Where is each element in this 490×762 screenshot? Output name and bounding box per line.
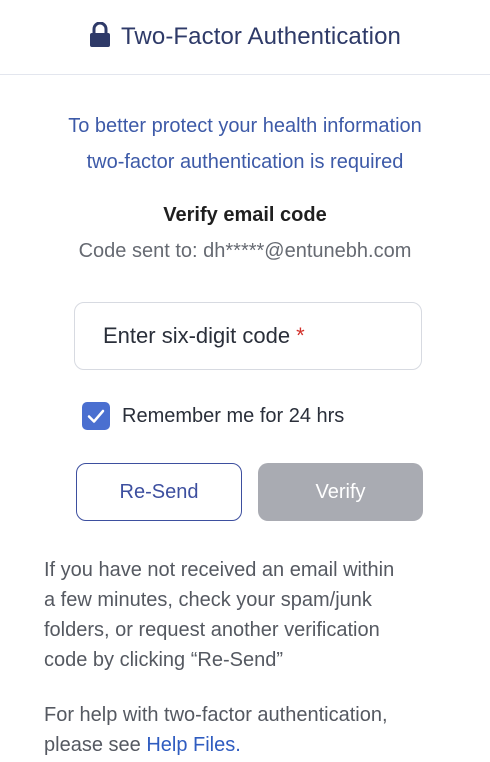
verify-title: Verify email code <box>163 204 327 226</box>
note-line-4: code by clicking “Re-Send” <box>44 649 283 671</box>
verify-button[interactable]: Verify <box>258 463 423 521</box>
help-files-link[interactable]: Help Files. <box>146 734 240 756</box>
page-title: Two-Factor Authentication <box>121 23 401 50</box>
intro-line-1: To better protect your health informatio… <box>68 115 422 137</box>
help-line-2-text: please see <box>44 734 141 756</box>
remember-me-option[interactable]: Remember me for 24 hrs <box>82 400 344 432</box>
remember-me-label: Remember me for 24 hrs <box>122 404 345 427</box>
masked-email: dh*****@entunebh.com <box>203 240 412 262</box>
checkmark-icon <box>87 409 105 423</box>
resend-instructions: If you have not received an email within… <box>44 555 464 675</box>
note-line-1: If you have not received an email within <box>44 559 395 581</box>
header: Two-Factor Authentication <box>0 0 490 75</box>
help-line-1: For help with two-factor authentication, <box>44 704 388 726</box>
intro-message: To better protect your health informatio… <box>0 108 490 180</box>
required-marker: * <box>296 323 305 348</box>
code-input[interactable]: Enter six-digit code * <box>74 302 422 370</box>
remember-me-checkbox[interactable] <box>82 402 110 430</box>
code-sent-line: Code sent to: dh*****@entunebh.com <box>0 240 490 263</box>
note-line-2: a few minutes, check your spam/junk <box>44 589 372 611</box>
help-section: For help with two-factor authentication,… <box>44 700 464 760</box>
code-sent-label: Code sent to: <box>78 240 198 262</box>
lock-icon <box>90 22 110 47</box>
help-line-2: please see Help Files. <box>44 730 464 760</box>
note-line-3: folders, or request another verification <box>44 619 380 641</box>
resend-button[interactable]: Re-Send <box>76 463 242 521</box>
intro-line-2: two-factor authentication is required <box>86 151 404 173</box>
code-input-placeholder: Enter six-digit code <box>103 323 291 348</box>
